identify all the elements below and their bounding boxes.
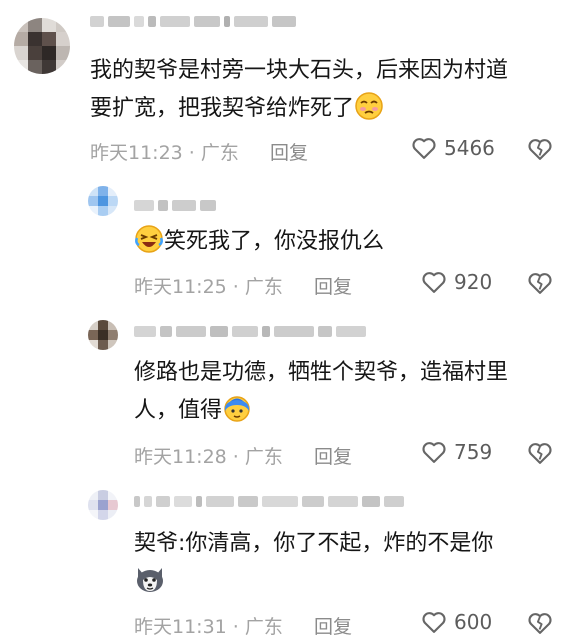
reply-button[interactable]: 回复: [314, 442, 352, 469]
avatar[interactable]: [88, 186, 118, 216]
like-count: 759: [454, 440, 493, 464]
timestamp-location: 昨天11:25 · 广东: [134, 276, 283, 298]
broken-heart-icon: [528, 613, 552, 634]
username[interactable]: [134, 196, 216, 214]
timestamp-location: 昨天11:28 · 广东: [134, 446, 283, 468]
husky-dog-emoji: [134, 564, 166, 607]
heart-outline-icon: [422, 612, 446, 633]
dislike-button[interactable]: [526, 269, 554, 301]
cry-face-emoji: [354, 91, 384, 134]
timestamp-location: 昨天11:23 · 广东: [90, 142, 239, 164]
avatar[interactable]: [88, 320, 118, 350]
comment-text: 契爷:你清高，你了不起，炸的不是你: [134, 525, 493, 607]
comment-text: 我的契爷是村旁一块大石头，后来因为村道 要扩宽，把我契爷给炸死了: [90, 52, 508, 134]
blue-face-emoji: [222, 393, 252, 436]
username[interactable]: [134, 322, 366, 340]
heart-outline-icon: [422, 272, 446, 293]
dislike-button[interactable]: [526, 609, 554, 641]
broken-heart-icon: [528, 443, 552, 464]
like-button[interactable]: 5466: [410, 134, 495, 162]
like-count: 920: [454, 270, 493, 294]
timestamp-location: 昨天11:31 · 广东: [134, 616, 283, 638]
dislike-button[interactable]: [526, 135, 554, 167]
laugh-cry-emoji: [134, 224, 164, 267]
reply-button[interactable]: 回复: [314, 272, 352, 299]
username[interactable]: [134, 492, 404, 510]
avatar[interactable]: [14, 18, 70, 74]
heart-outline-icon: [412, 138, 436, 159]
broken-heart-icon: [528, 273, 552, 294]
like-button[interactable]: 600: [420, 608, 492, 636]
dislike-button[interactable]: [526, 439, 554, 471]
like-count: 600: [454, 610, 493, 634]
reply-button[interactable]: 回复: [270, 138, 308, 165]
comment-text: 修路也是功德，牺牲个契爷，造福村里 人，值得: [134, 354, 508, 436]
heart-outline-icon: [422, 442, 446, 463]
like-button[interactable]: 759: [420, 438, 492, 466]
username[interactable]: [90, 12, 296, 30]
comment-text: 笑死我了，你没报仇么: [134, 223, 384, 267]
broken-heart-icon: [528, 139, 552, 160]
reply-button[interactable]: 回复: [314, 612, 352, 639]
avatar[interactable]: [88, 490, 118, 520]
like-count: 5466: [444, 136, 495, 160]
like-button[interactable]: 920: [420, 268, 492, 296]
